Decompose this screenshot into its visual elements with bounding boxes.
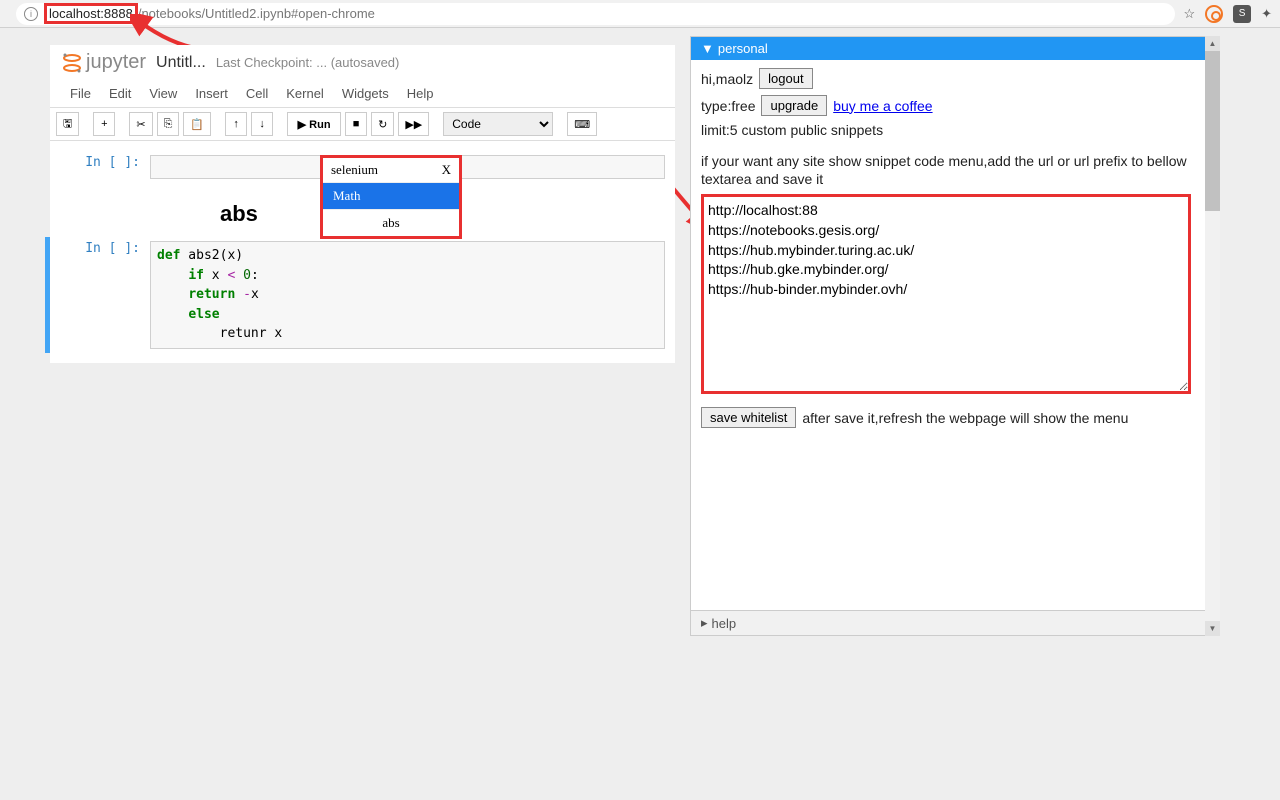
checkpoint-text: Last Checkpoint: ... (autosaved) — [216, 55, 400, 70]
url-highlighted: localhost:8888 — [44, 3, 138, 24]
scroll-up-icon[interactable]: ▲ — [1205, 36, 1220, 51]
stop-button[interactable]: ■ — [345, 112, 367, 136]
cut-button[interactable]: ✂ — [129, 112, 152, 136]
coffee-link[interactable]: buy me a coffee — [833, 98, 932, 114]
info-icon[interactable]: i — [24, 7, 38, 21]
restart-button[interactable]: ↻ — [371, 112, 394, 136]
scroll-down-icon[interactable]: ▼ — [1205, 621, 1220, 636]
chevron-right-icon: ▸ — [701, 615, 708, 631]
logout-button[interactable]: logout — [759, 68, 812, 89]
jupyter-logo-text: jupyter — [86, 51, 146, 74]
snippet-title: selenium — [331, 162, 378, 178]
greeting: hi,maolz — [701, 71, 753, 87]
extension-panel: ▼ personal hi,maolz logout type:free upg… — [690, 36, 1220, 636]
input-cell-code[interactable]: In [ ]: def abs2(x) if x < 0: return -x … — [45, 237, 675, 353]
type-label: type:free — [701, 98, 755, 114]
scrollbar[interactable]: ▲ ▼ — [1205, 36, 1220, 636]
toolbar: 🖫 + ✂ ⎘ 📋 ↑ ↓ ▶ Run ■ ↻ ▶▶ Code ⌨ — [50, 108, 675, 141]
browser-actions: ☆ S ✦ — [1183, 5, 1272, 23]
copy-button[interactable]: ⎘ — [157, 112, 180, 136]
move-down-button[interactable]: ↓ — [251, 112, 273, 136]
bookmark-star-icon[interactable]: ☆ — [1183, 6, 1195, 22]
paste-button[interactable]: 📋 — [183, 112, 211, 136]
close-icon[interactable]: X — [442, 162, 451, 178]
cell-type-select[interactable]: Code — [443, 112, 553, 136]
draggable-snippet-menu[interactable]: selenium X Math abs — [320, 155, 462, 239]
chevron-down-icon: ▼ — [701, 41, 714, 56]
menu-widgets[interactable]: Widgets — [342, 86, 389, 101]
menu-help[interactable]: Help — [407, 86, 434, 101]
draggable-header[interactable]: selenium X — [323, 158, 459, 182]
menu-bar: File Edit View Insert Cell Kernel Widget… — [50, 80, 675, 108]
extensions-puzzle-icon[interactable]: ✦ — [1261, 6, 1272, 22]
whitelist-note: if your want any site show snippet code … — [701, 152, 1209, 188]
prompt-in: In [ ]: — [70, 241, 150, 349]
limit-text: limit:5 custom public snippets — [701, 122, 883, 138]
run-button[interactable]: ▶ Run — [287, 112, 341, 136]
panel-title: personal — [718, 41, 768, 56]
upgrade-button[interactable]: upgrade — [761, 95, 827, 116]
jupyter-header: jupyter Untitl... Last Checkpoint: ... (… — [50, 45, 675, 80]
footer-label: help — [712, 616, 737, 631]
panel-body: hi,maolz logout type:free upgrade buy me… — [691, 60, 1219, 442]
menu-view[interactable]: View — [149, 86, 177, 101]
move-up-button[interactable]: ↑ — [225, 112, 247, 136]
code-block[interactable]: def abs2(x) if x < 0: return -x else ret… — [150, 241, 665, 349]
menu-insert[interactable]: Insert — [195, 86, 228, 101]
extension-s-icon[interactable]: S — [1233, 5, 1251, 23]
menu-file[interactable]: File — [70, 86, 91, 101]
menu-edit[interactable]: Edit — [109, 86, 131, 101]
menu-kernel[interactable]: Kernel — [286, 86, 324, 101]
snippet-item-math[interactable]: Math — [323, 182, 459, 209]
notebook-name[interactable]: Untitl... — [156, 54, 206, 72]
snippet-item-abs[interactable]: abs — [323, 209, 459, 236]
fast-forward-button[interactable]: ▶▶ — [398, 112, 429, 136]
save-button[interactable]: 🖫 — [56, 112, 79, 136]
whitelist-textarea[interactable] — [701, 194, 1191, 394]
after-save-text: after save it,refresh the webpage will s… — [802, 410, 1128, 426]
add-cell-button[interactable]: + — [93, 112, 115, 136]
scroll-thumb[interactable] — [1205, 51, 1220, 211]
menu-cell[interactable]: Cell — [246, 86, 268, 101]
save-whitelist-button[interactable]: save whitelist — [701, 407, 796, 428]
prompt-in: In [ ]: — [70, 155, 150, 179]
command-palette-button[interactable]: ⌨ — [567, 112, 597, 136]
panel-footer-help[interactable]: ▸ help — [691, 610, 1219, 635]
panel-header-personal[interactable]: ▼ personal — [691, 37, 1219, 60]
extension-orange-icon[interactable] — [1205, 5, 1223, 23]
jupyter-logo[interactable]: jupyter — [62, 51, 146, 74]
